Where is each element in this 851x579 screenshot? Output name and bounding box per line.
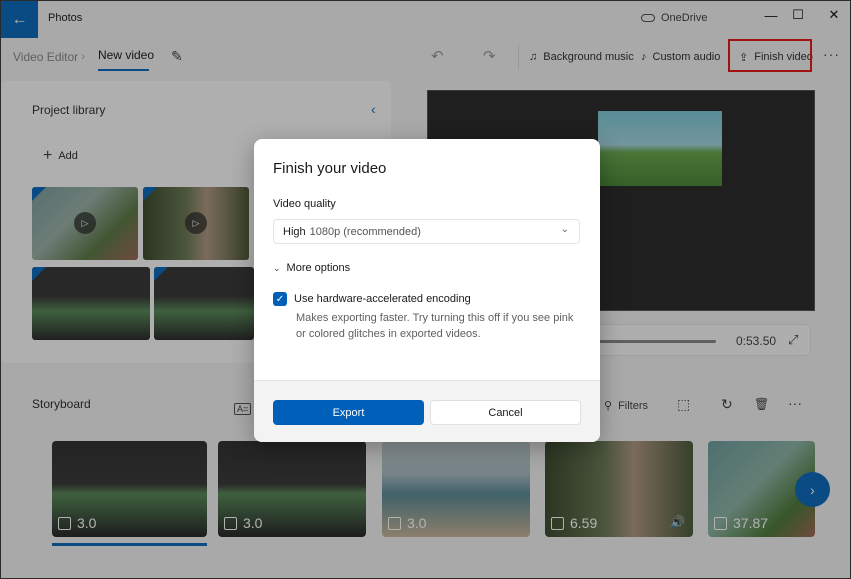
photos-window: ← Photos OneDrive — ☐ ✕ Video Editor › N… bbox=[0, 0, 851, 579]
chevron-down-icon: ⌄ bbox=[273, 262, 281, 273]
chevron-down-icon: ⌄ bbox=[560, 224, 569, 235]
dialog-footer: Export Cancel bbox=[254, 380, 600, 442]
finish-video-dialog: Finish your video Video quality High 108… bbox=[254, 139, 600, 442]
more-options-label: More options bbox=[286, 262, 351, 274]
quality-main: High bbox=[283, 225, 306, 238]
dialog-title: Finish your video bbox=[273, 160, 387, 177]
hardware-encoding-label: Use hardware-accelerated encoding bbox=[294, 293, 471, 305]
checkmark-icon: ✓ bbox=[275, 293, 285, 305]
quality-sub: 1080p (recommended) bbox=[309, 225, 421, 238]
hardware-encoding-checkbox[interactable]: ✓ bbox=[273, 292, 287, 306]
more-options-toggle[interactable]: ⌄ More options bbox=[273, 262, 350, 274]
video-quality-select[interactable]: High 1080p (recommended) ⌄ bbox=[273, 219, 580, 244]
video-quality-label: Video quality bbox=[273, 198, 336, 210]
cancel-button[interactable]: Cancel bbox=[430, 400, 581, 425]
hardware-encoding-description: Makes exporting faster. Try turning this… bbox=[296, 312, 574, 340]
export-button[interactable]: Export bbox=[273, 400, 424, 425]
hardware-encoding-option[interactable]: ✓ Use hardware-accelerated encoding bbox=[273, 292, 471, 306]
